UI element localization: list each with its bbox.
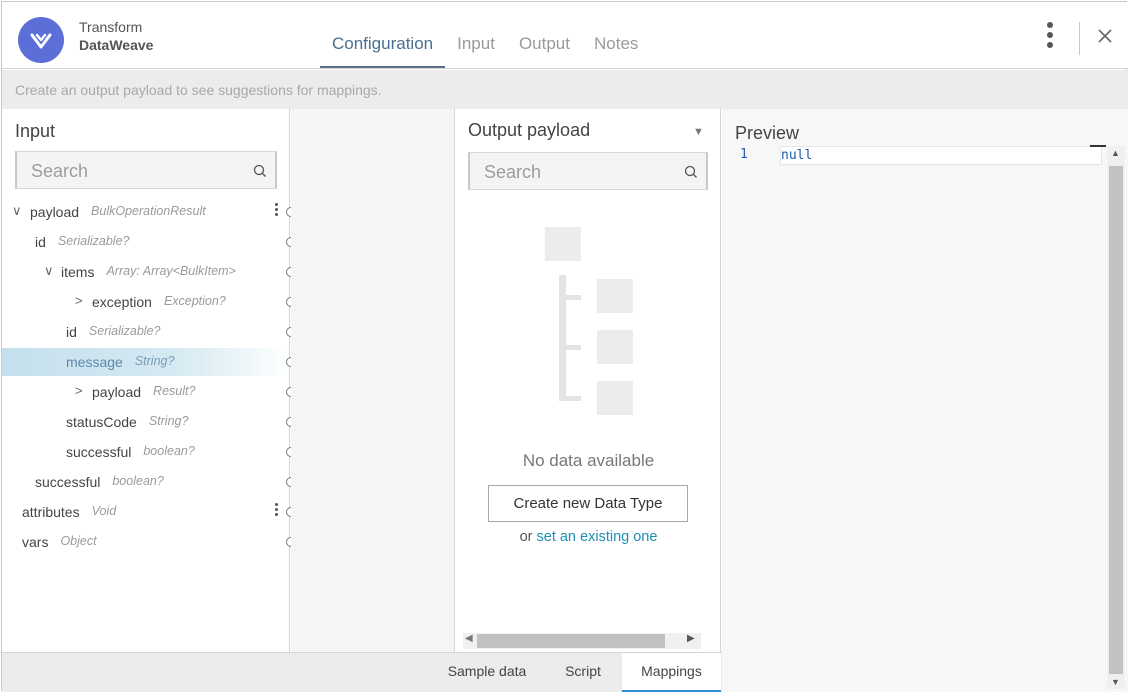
tree-node-label: message <box>66 354 123 370</box>
transform-dialog: Transform DataWeave Configuration Input … <box>1 1 1128 692</box>
editor-minimap-marker <box>1090 145 1106 147</box>
tab-configuration[interactable]: Configuration <box>320 24 446 69</box>
set-existing-line: or set an existing one <box>455 529 722 545</box>
tree-row[interactable]: message String? <box>2 348 296 376</box>
tree-node-type: Object <box>60 534 97 548</box>
component-type: Transform <box>79 19 143 35</box>
component-name: DataWeave <box>79 37 154 53</box>
search-icon <box>253 164 266 177</box>
output-panel-title[interactable]: Output payload <box>468 120 590 141</box>
tree-row[interactable]: id Serializable? <box>2 318 296 346</box>
tree-node-label: id <box>35 234 46 250</box>
search-icon <box>684 165 697 178</box>
tree-node-label: statusCode <box>66 414 137 430</box>
tree-row[interactable]: ∨ payload BulkOperationResult <box>2 198 296 226</box>
tab-output[interactable]: Output <box>507 24 582 69</box>
tree-node-label: successful <box>66 444 132 460</box>
tree-node-label: vars <box>22 534 49 550</box>
output-search-placeholder: Search <box>484 162 542 182</box>
tree-node-type: String? <box>134 354 175 368</box>
chevron-down-icon[interactable]: ∨ <box>44 263 54 279</box>
tree-node-label: payload <box>92 384 142 400</box>
mapping-suggestion-bar: Create an output payload to see suggesti… <box>2 70 1128 109</box>
preview-title: Preview <box>735 123 800 143</box>
tree-row[interactable]: id Serializable? <box>2 228 296 256</box>
tree-row[interactable]: ∨ items Array: Array<BulkItem> <box>2 258 296 286</box>
component-title: Transform DataWeave <box>79 18 153 54</box>
tab-mappings[interactable]: Mappings <box>622 653 721 692</box>
tree-node-label: id <box>66 324 77 340</box>
tab-sample-data[interactable]: Sample data <box>434 653 540 692</box>
scroll-right-icon[interactable]: ▶ <box>687 633 695 644</box>
tree-node-label: payload <box>30 204 80 220</box>
tree-node-type: BulkOperationResult <box>91 204 206 218</box>
tree-node-label: exception <box>92 294 152 310</box>
tree-row[interactable]: > exception Exception? <box>2 288 296 316</box>
tabs-underline <box>320 68 662 69</box>
chevron-down-icon[interactable]: ▼ <box>693 126 704 138</box>
input-panel: Input Search ∨ payload BulkOperationResult… <box>2 109 296 652</box>
scrollbar-thumb[interactable] <box>477 634 665 648</box>
kebab-menu-icon[interactable] <box>275 503 279 518</box>
preview-panel: Preview 1 null ▲ ▼ <box>722 109 1128 692</box>
scroll-up-icon[interactable]: ▲ <box>1111 148 1120 158</box>
input-panel-title: Input <box>15 121 56 141</box>
tree-node-type: Serializable? <box>88 324 161 338</box>
tree-node-label: attributes <box>22 504 80 520</box>
tree-row[interactable]: successful boolean? <box>2 438 296 466</box>
code-line[interactable]: 1 null <box>732 146 1104 165</box>
mapping-canvas[interactable] <box>291 109 454 652</box>
horizontal-scrollbar[interactable]: ◀ ▶ <box>463 633 701 649</box>
tab-input[interactable]: Input <box>445 24 507 69</box>
tree-node-label: items <box>61 264 95 280</box>
scrollbar-thumb[interactable] <box>1109 166 1123 674</box>
input-search-placeholder: Search <box>31 161 89 181</box>
tree-row[interactable]: vars Object <box>2 528 296 556</box>
tree-row[interactable]: statusCode String? <box>2 408 296 436</box>
kebab-menu-icon[interactable] <box>275 203 279 218</box>
tab-script[interactable]: Script <box>550 653 616 692</box>
tree-node-type: String? <box>148 414 189 428</box>
output-panel: Output payload ▼ Search No data availabl… <box>454 109 721 652</box>
tree-node-type: Exception? <box>163 294 226 308</box>
no-data-message: No data available <box>522 451 655 470</box>
dataweave-logo-icon <box>18 17 64 63</box>
vertical-scrollbar[interactable]: ▲ ▼ <box>1107 146 1125 689</box>
tree-node-type: Array: Array<BulkItem> <box>106 264 236 278</box>
output-search-input[interactable]: Search <box>468 152 708 190</box>
tab-notes[interactable]: Notes <box>582 24 650 69</box>
create-data-type-button[interactable]: Create new Data Type <box>488 485 688 522</box>
kebab-menu-icon[interactable] <box>1043 22 1057 52</box>
input-search-input[interactable]: Search <box>15 151 277 189</box>
tree-node-type: Result? <box>153 384 196 398</box>
bottom-tab-bar: Sample data Script Mappings <box>2 652 722 692</box>
tree-row[interactable]: attributes Void <box>2 498 296 526</box>
set-existing-link[interactable]: set an existing one <box>537 529 658 545</box>
scroll-left-icon[interactable]: ◀ <box>465 633 473 644</box>
tree-node-type: boolean? <box>112 474 164 488</box>
tree-node-type: boolean? <box>143 444 195 458</box>
tree-node-label: successful <box>35 474 101 490</box>
close-icon[interactable] <box>1095 26 1115 46</box>
tree-node-type: Void <box>91 504 117 518</box>
scroll-down-icon[interactable]: ▼ <box>1111 677 1120 687</box>
or-text: or <box>519 529 533 545</box>
chevron-right-icon[interactable]: > <box>75 383 83 398</box>
chevron-right-icon[interactable]: > <box>75 293 83 308</box>
tree-row[interactable]: successful boolean? <box>2 468 296 496</box>
tree-row[interactable]: > payload Result? <box>2 378 296 406</box>
code-text[interactable]: null <box>780 146 1102 165</box>
tree-node-type: Serializable? <box>57 234 130 248</box>
header: Transform DataWeave Configuration Input … <box>2 2 1128 69</box>
header-tabs: Configuration Input Output Notes <box>320 24 650 69</box>
line-number: 1 <box>740 147 748 162</box>
chevron-down-icon[interactable]: ∨ <box>12 203 22 219</box>
header-divider <box>1079 22 1080 55</box>
